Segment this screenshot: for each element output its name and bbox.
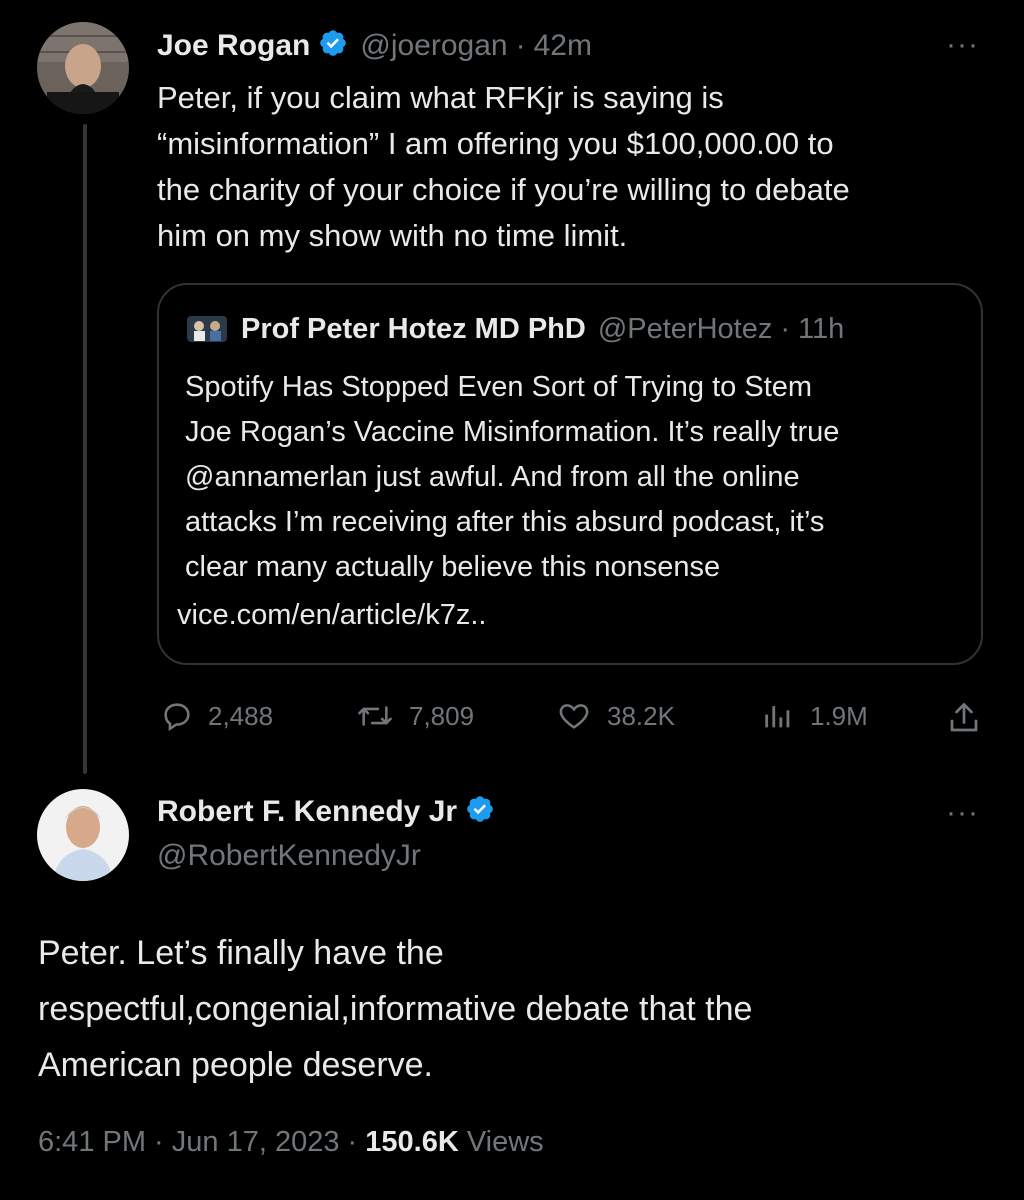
views-button[interactable]: 1.9M [760,699,868,733]
quote-author-handle[interactable]: @PeterHotez [598,313,773,346]
tweet-time[interactable]: 42m [534,29,592,63]
reply-author-handle[interactable]: @RobertKennedyJr [157,839,421,873]
like-button[interactable]: 38.2K [555,699,675,733]
reply-text-line: American people deserve. [38,1046,434,1084]
retweet-count: 7,809 [409,700,475,731]
quote-link[interactable]: vice.com/en/article/k7z.. [177,593,486,638]
tweet-text: Peter, if you claim what RFKjr is saying… [157,75,977,259]
quote-text-line: attacks I’m receiving after this absurd … [185,506,825,538]
quote-header: Prof Peter Hotez MD PhD @PeterHotez · 11… [185,312,844,346]
share-icon [946,703,982,740]
reply-icon [160,699,194,733]
reply-count: 2,488 [208,700,274,731]
tweet-text-line: the charity of your choice if you’re wil… [157,172,850,207]
separator-dot: · [515,28,526,62]
reply-header: Robert F. Kennedy Jr [157,794,495,829]
thread-line [83,124,87,774]
quote-text-line: clear many actually believe this nonsens… [185,551,721,583]
reply-text-line: respectful,congenial,informative debate … [38,990,753,1028]
reply-timestamp[interactable]: 6:41 PM · Jun 17, 2023 · [38,1126,357,1158]
quote-text-line: @annamerlan just awful. And from all the… [185,461,800,493]
bar-chart-icon [760,699,796,733]
tweet-text-line: him on my show with no time limit. [157,218,628,253]
reply-author-name[interactable]: Robert F. Kennedy Jr [157,795,457,829]
separator-dot: · [780,312,791,345]
tweet-text-line: Peter, if you claim what RFKjr is saying… [157,80,724,115]
share-button[interactable] [946,700,982,741]
retweet-icon [355,699,395,733]
tweet-header: Joe Rogan @joerogan · 42m [157,28,592,63]
reply-text: Peter. Let’s finally have the respectful… [38,925,988,1093]
verified-badge-icon [318,28,348,63]
peter-hotez-avatar [185,312,229,346]
quote-time: 11h [798,312,845,345]
rfk-jr-avatar[interactable] [37,789,129,881]
verified-badge-icon [465,794,495,829]
retweet-button[interactable]: 7,809 [355,699,474,733]
heart-icon [555,699,593,733]
reply-button[interactable]: 2,488 [160,699,273,733]
more-options-button[interactable]: ··· [946,796,979,830]
joe-rogan-avatar[interactable] [37,22,129,114]
quote-text-line: Joe Rogan’s Vaccine Misinformation. It’s… [185,416,840,448]
tweet-text-line: “misinformation” I am offering you $100,… [157,126,834,161]
reply-views-count: 150.6K [365,1126,459,1158]
views-count: 1.9M [810,700,868,731]
reply-views-label: Views [466,1126,544,1158]
like-count: 38.2K [607,700,675,731]
quote-text: Spotify Has Stopped Even Sort of Trying … [185,365,975,590]
author-handle[interactable]: @joerogan [360,29,507,63]
reply-meta: 6:41 PM · Jun 17, 2023 · 150.6K Views [38,1126,544,1159]
reply-text-line: Peter. Let’s finally have the [38,934,444,972]
author-name[interactable]: Joe Rogan [157,29,310,63]
quote-author-name[interactable]: Prof Peter Hotez MD PhD [241,313,586,346]
quote-text-line: Spotify Has Stopped Even Sort of Trying … [185,371,813,403]
more-options-button[interactable]: ··· [946,28,979,62]
